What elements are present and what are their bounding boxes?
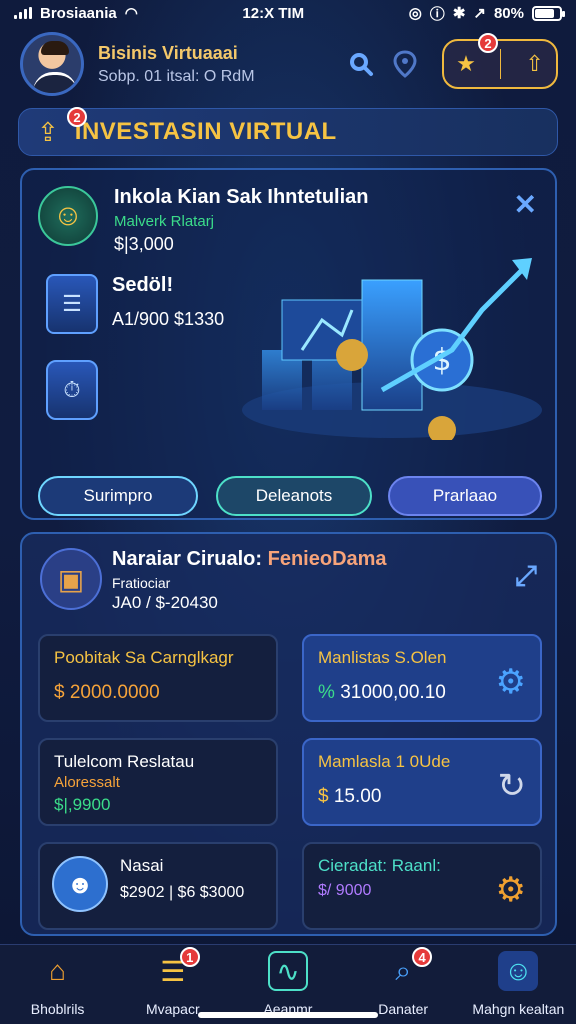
tile-3[interactable]: Tulelcom Reslatau Aloressalt $|,9900 <box>38 738 278 826</box>
tile-1-value-row: $ 2000.0000 <box>54 682 262 704</box>
item-2-value: A1/900 $1330 <box>112 309 225 329</box>
location-icon: ◎ <box>408 5 422 22</box>
section-subtitle: Fratiociar <box>112 575 171 591</box>
tab-search-label: Danater <box>378 1001 429 1017</box>
signal-icon <box>14 7 32 19</box>
investment-illustration: $ <box>242 258 542 440</box>
tab-profile[interactable]: ☺ Mahgn kealtan <box>463 945 573 1024</box>
home-icon: ⌂ <box>49 955 67 986</box>
tile-5[interactable]: ☻ Nasai $2902 | $6 $3000 <box>38 842 278 930</box>
item-row-1[interactable]: ☺ Inkola Kian Sak Ihntetulian Malverk Rl… <box>38 186 369 255</box>
alarm-icon: ⓘ <box>429 5 445 23</box>
tile-5-value: $2902 | $6 $3000 <box>120 884 245 901</box>
investment-card: $ ✕ ☺ Inkola Kian Sak Ihntetulian Malver… <box>20 168 557 520</box>
section-header: ▣ Naraiar Cirualo: FenieoDama Fratiociar… <box>40 548 387 613</box>
smiley-coin-icon: ☺ <box>38 186 98 246</box>
section-title-main: Naraiar Cirualo: <box>112 548 268 570</box>
section-title-accent: FenieoDama <box>267 548 387 570</box>
rewards-icon[interactable]: ★ <box>456 51 476 77</box>
tile-4[interactable]: Mamlasla 1 0Ude $ 15.00 ↻ <box>302 738 542 826</box>
deleanots-button[interactable]: Deleanots <box>216 476 372 516</box>
profile-icon: ☺ <box>498 951 539 991</box>
item-2-title: Sedöl! <box>112 274 174 296</box>
report-icon: ☰ <box>46 274 98 334</box>
tile-3-value: $|,9900 <box>54 795 111 814</box>
arrow-up-icon: ⇪ <box>37 116 59 147</box>
battery-icon <box>532 5 565 21</box>
tab-documents-badge: 1 <box>179 947 200 967</box>
tile-2-prefix: % <box>318 682 335 703</box>
tile-1-title: Poobitak Sa Carnglkagr <box>54 648 234 667</box>
tile-4-value: 15.00 <box>333 786 382 807</box>
user-name: Bisinis Virtuaaai <box>98 42 238 63</box>
tab-search-badge: 4 <box>412 947 433 967</box>
timer-shield-icon: ⏱ <box>46 360 98 420</box>
tile-5-title: Nasai <box>120 856 164 875</box>
tile-4-title: Mamlasla 1 0Ude <box>318 752 451 771</box>
arrow-icon: ↗ <box>473 5 486 22</box>
collapse-icon[interactable]: ⤢ <box>515 560 537 593</box>
tab-home[interactable]: ⌂ Bhoblrils <box>3 945 113 1024</box>
header: Bisinis Virtuaaai Sobp. 01 itsal: O RdM … <box>20 30 558 98</box>
home-indicator[interactable] <box>198 1012 378 1018</box>
item-row-3[interactable]: ⏱ <box>46 360 98 420</box>
tile-4-value-row: $ 15.00 <box>318 786 526 808</box>
battery-level <box>535 8 554 18</box>
item-1-subtitle: Malverk Rlatarj <box>114 213 215 230</box>
portfolio-section: ▣ Naraiar Cirualo: FenieoDama Fratiociar… <box>20 532 557 936</box>
upload-icon[interactable]: ⇧ <box>525 51 543 77</box>
tile-3-sub: Aloressalt <box>54 774 120 791</box>
location-pin-icon[interactable] <box>388 47 422 81</box>
vr-avatar-icon: ☻ <box>52 856 108 912</box>
prarlaao-button[interactable]: Prarlaao <box>388 476 542 516</box>
gear-icon: ⚙ <box>495 663 526 701</box>
title-badge: 2 <box>67 107 87 127</box>
tile-1-value: 2000.0000 <box>69 682 160 703</box>
header-actions: ★ 2 ⇧ <box>442 33 558 89</box>
tile-1[interactable]: Poobitak Sa Carnglkagr $ 2000.0000 <box>38 634 278 722</box>
avatar[interactable] <box>20 32 84 96</box>
section-title: Naraiar Cirualo: FenieoDama <box>112 548 387 571</box>
bluetooth-icon: ✱ <box>452 5 466 22</box>
settings-gear-icon: ⚙ <box>495 871 526 909</box>
tile-1-prefix: $ <box>54 682 65 703</box>
section-value: JA0 / $-20430 <box>112 593 218 612</box>
wallet-icon: ▣ <box>40 548 102 610</box>
divider <box>500 49 502 79</box>
item-row-2[interactable]: ☰ Sedöl! A1/900 $1330 <box>46 274 224 334</box>
item-1-value: $|3,000 <box>114 234 174 254</box>
notif-badge: 2 <box>478 33 498 53</box>
item-1-title: Inkola Kian Sak Ihntetulian <box>114 186 369 208</box>
refresh-icon: ↻ <box>497 767 527 805</box>
user-info: Bisinis Virtuaaai Sobp. 01 itsal: O RdM <box>98 43 334 86</box>
battery-percent: 80% <box>493 4 524 22</box>
user-sub: Sobp. 01 itsal: O RdM <box>98 67 255 85</box>
wifi-icon: ◠ <box>124 5 138 22</box>
tab-profile-label: Mahgn kealtan <box>472 1001 565 1017</box>
tile-2[interactable]: Manlistas S.Olen % 31000,00.10 ⚙ <box>302 634 542 722</box>
chart-icon: ∿ <box>267 951 308 991</box>
tab-home-label: Bhoblrils <box>30 1001 85 1017</box>
status-bar: Brosiaania ◠ 12:X TIM ◎ ⓘ ✱ ↗ 80% <box>0 0 576 26</box>
tile-3-title: Tulelcom Reslatau <box>54 752 195 771</box>
surimpro-button[interactable]: Surimpro <box>38 476 198 516</box>
search-icon[interactable] <box>344 47 378 81</box>
title-bar: ⇪ 2 INVESTASIN VIRTUAL <box>18 107 558 156</box>
close-icon[interactable]: ✕ <box>514 188 537 221</box>
tab-documents-label: Mvapacr <box>145 1001 200 1017</box>
clock: 12:X TIM <box>242 4 305 22</box>
carrier-label: Brosiaania <box>40 4 117 22</box>
tile-2-value: 31000,00.10 <box>340 682 446 703</box>
tile-6[interactable]: Cieradat: Raanl: $/ 9000 ⚙ <box>302 842 542 930</box>
tile-4-prefix: $ <box>318 786 329 807</box>
page-title: INVESTASIN VIRTUAL <box>74 118 337 145</box>
